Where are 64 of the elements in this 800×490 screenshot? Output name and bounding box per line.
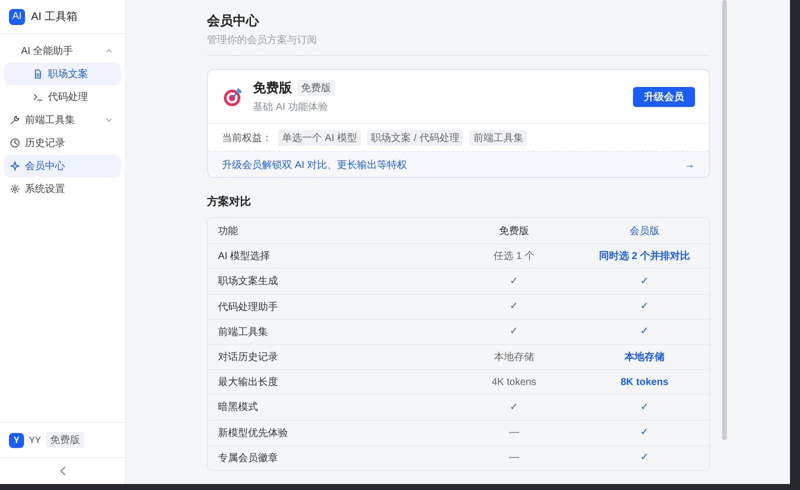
table-cell-text: ✓ xyxy=(508,326,520,338)
arrow-button[interactable]: → xyxy=(684,158,695,170)
collapse-icon[interactable] xyxy=(58,466,66,476)
table-cell-text: ✓ xyxy=(508,276,520,287)
user-name: YY xyxy=(29,435,42,445)
table-cell-text: ✓ xyxy=(508,301,520,312)
table-cell-text: 4K tokens xyxy=(490,376,538,388)
table-cell-text: — xyxy=(508,452,520,464)
table-cell-text: AI 模型选择 xyxy=(217,250,272,264)
sidebar-item[interactable]: 历史记录 xyxy=(4,132,121,154)
section-title: 方案对比 xyxy=(207,194,252,209)
terminal-icon xyxy=(33,92,43,102)
scrollbar[interactable] xyxy=(722,0,727,440)
table-cell-text: 对话历史记录 xyxy=(217,350,279,364)
table-cell-text: 职场文案生成 xyxy=(217,274,279,288)
upgrade-link[interactable]: 升级会员解锁双 AI 对比、更长输出等特权 xyxy=(222,158,408,172)
app-title: AI 工具箱 xyxy=(31,10,78,24)
table-cell-text: 同时选 2 个并排对比 xyxy=(598,249,692,264)
table-cell-text: ✓ xyxy=(639,326,650,338)
benefit-tag: 前端工具集 xyxy=(469,130,528,146)
column-header: 会员版 xyxy=(628,224,660,238)
table-cell-text: ✓ xyxy=(639,301,650,312)
sparkle-icon xyxy=(10,161,20,171)
table-cell-text: 暗黑模式 xyxy=(217,400,259,414)
table-cell-text: 新模型优先体验 xyxy=(217,426,289,440)
sidebar-item[interactable]: AI 全能助手 xyxy=(4,40,121,62)
table-cell-text: ✓ xyxy=(639,402,650,413)
sidebar-item[interactable]: 会员中心 xyxy=(4,155,121,177)
table-cell-text: 任选 1 个 xyxy=(492,250,536,264)
sidebar-subitem[interactable]: 代码处理 xyxy=(4,86,121,108)
table-cell-text: 本地存储 xyxy=(623,350,666,364)
table-cell-text: ✓ xyxy=(639,452,650,464)
table-cell-text: 8K tokens xyxy=(620,376,670,388)
plan-name: 免费版 xyxy=(253,79,292,97)
sidebar-item[interactable]: 前端工具集 xyxy=(4,109,121,131)
benefit-tag: 单选一个 AI 模型 xyxy=(278,130,362,146)
table-cell-text: ✓ xyxy=(639,276,650,287)
sidebar-subitem[interactable]: 职场文案 xyxy=(4,63,121,85)
column-header: 免费版 xyxy=(498,224,530,238)
table-cell-text: ✓ xyxy=(639,427,650,438)
plan-description: 基础 AI 功能体验 xyxy=(253,100,330,114)
column-header: 功能 xyxy=(217,224,239,238)
user-avatar: Y xyxy=(9,432,24,448)
plan-badge: 免费版 xyxy=(297,80,335,96)
table-cell-text: 本地存储 xyxy=(493,350,535,364)
table-cell-text: ✓ xyxy=(508,402,520,413)
benefits-label: 当前权益： xyxy=(222,132,272,144)
table-cell-text: 前端工具集 xyxy=(217,326,269,339)
benefit-tag: 职场文案 / 代码处理 xyxy=(367,130,464,146)
page-title: 会员中心 xyxy=(207,12,260,30)
table-cell-text: 代码处理助手 xyxy=(217,300,279,314)
settings-icon xyxy=(10,184,20,194)
table-cell-text: 专属会员徽章 xyxy=(217,452,279,465)
document-icon xyxy=(33,69,43,79)
page-subtitle: 管理你的会员方案与订阅 xyxy=(207,34,318,47)
wrench-icon xyxy=(10,115,20,125)
table-cell-text: — xyxy=(508,427,520,438)
clock-icon xyxy=(10,138,20,148)
table-cell-text: 最大输出长度 xyxy=(217,376,279,390)
upgrade-button[interactable]: 升级会员 xyxy=(633,86,695,106)
sidebar-item[interactable]: 系统设置 xyxy=(4,178,121,200)
plan-badge: 免费版 xyxy=(46,432,84,448)
app-logo: AI xyxy=(9,8,25,24)
target-icon xyxy=(222,86,244,108)
